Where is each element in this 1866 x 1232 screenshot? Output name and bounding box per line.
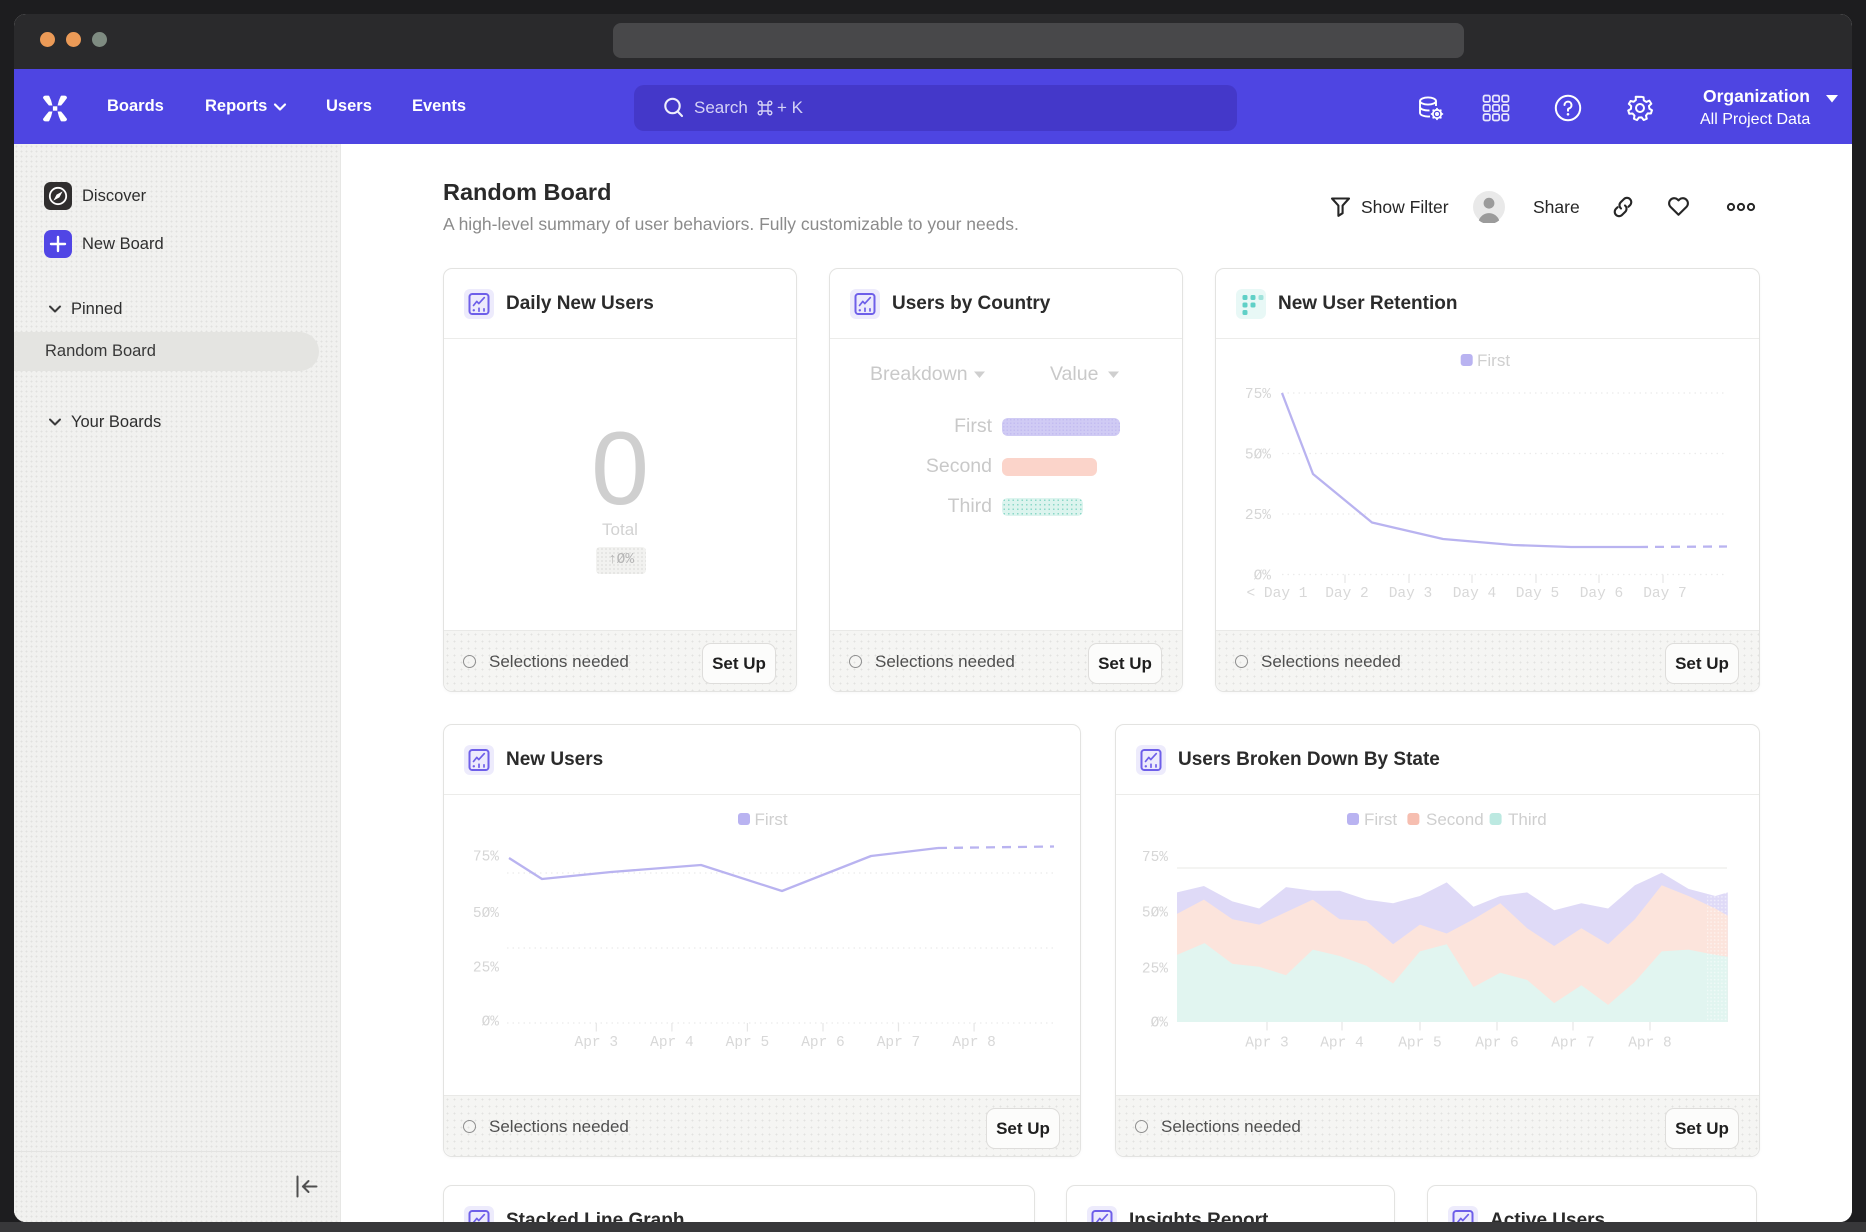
svg-text:Apr 8: Apr 8 bbox=[952, 1035, 996, 1051]
svg-text:Apr 7: Apr 7 bbox=[877, 1035, 921, 1051]
svg-text:Apr 6: Apr 6 bbox=[1475, 1036, 1519, 1052]
svg-text:Day 5: Day 5 bbox=[1516, 586, 1560, 602]
svg-text:Second: Second bbox=[1426, 810, 1484, 829]
svg-text:75%: 75% bbox=[1142, 850, 1168, 866]
svg-text:25%: 25% bbox=[1245, 508, 1271, 524]
svg-text:Apr 8: Apr 8 bbox=[1628, 1036, 1672, 1052]
svg-text:Apr 4: Apr 4 bbox=[650, 1035, 694, 1051]
svg-text:Day 3: Day 3 bbox=[1389, 586, 1433, 602]
svg-text:First: First bbox=[1477, 351, 1510, 370]
svg-text:75%: 75% bbox=[473, 850, 499, 866]
svg-text:Day 6: Day 6 bbox=[1580, 586, 1624, 602]
svg-text:Apr 5: Apr 5 bbox=[1398, 1036, 1442, 1052]
svg-text:Ø%: Ø% bbox=[1151, 1015, 1169, 1031]
svg-text:Apr 4: Apr 4 bbox=[1320, 1036, 1364, 1052]
svg-text:First: First bbox=[1364, 810, 1397, 829]
svg-text:Ø%: Ø% bbox=[482, 1015, 500, 1031]
svg-text:First: First bbox=[755, 810, 788, 829]
svg-text:Apr 6: Apr 6 bbox=[801, 1035, 845, 1051]
svg-text:Apr 3: Apr 3 bbox=[1245, 1036, 1289, 1052]
svg-text:Ø%: Ø% bbox=[1254, 569, 1272, 585]
svg-text:5Ø%: 5Ø% bbox=[473, 906, 499, 922]
svg-text:5Ø%: 5Ø% bbox=[1245, 448, 1271, 464]
svg-text:Day 4: Day 4 bbox=[1453, 586, 1497, 602]
svg-text:< Day 1: < Day 1 bbox=[1247, 586, 1308, 602]
svg-text:Day 7: Day 7 bbox=[1643, 586, 1687, 602]
svg-text:5Ø%: 5Ø% bbox=[1142, 906, 1168, 922]
svg-text:75%: 75% bbox=[1245, 387, 1271, 403]
svg-text:25%: 25% bbox=[1142, 961, 1168, 977]
svg-text:Third: Third bbox=[1508, 810, 1547, 829]
svg-text:Day 2: Day 2 bbox=[1325, 586, 1369, 602]
svg-text:Apr 3: Apr 3 bbox=[575, 1035, 619, 1051]
svg-text:Apr 5: Apr 5 bbox=[726, 1035, 770, 1051]
svg-text:25%: 25% bbox=[473, 961, 499, 977]
svg-text:Apr 7: Apr 7 bbox=[1551, 1036, 1595, 1052]
